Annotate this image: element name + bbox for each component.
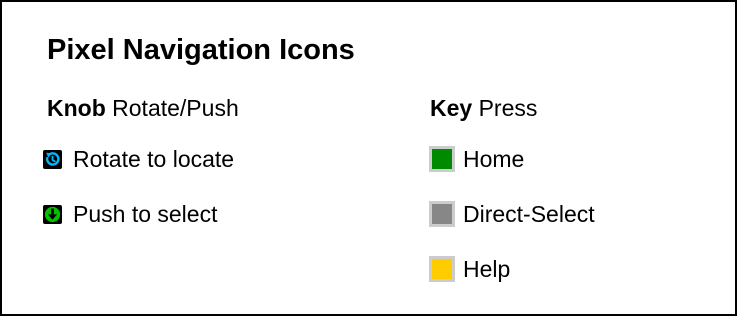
direct-select-key-icon	[429, 201, 455, 227]
key-item-label: Help	[463, 255, 511, 282]
key-item-label: Home	[463, 145, 525, 172]
key-heading: Key Press	[430, 92, 537, 124]
knob-item-rotate: Rotate to locate	[43, 143, 234, 175]
direct-select-key-swatch	[432, 204, 452, 224]
knob-item-push: Push to select	[43, 198, 217, 230]
knob-heading-text: Rotate/Push	[112, 95, 239, 121]
key-item-home: Home	[429, 143, 524, 175]
help-key-icon	[429, 256, 455, 282]
key-item-direct-select: Direct-Select	[429, 198, 595, 230]
knob-item-label: Push to select	[73, 200, 218, 227]
page-title: Pixel Navigation Icons	[47, 34, 355, 66]
help-key-swatch	[432, 259, 452, 279]
key-item-help: Help	[429, 253, 510, 285]
knob-item-label: Rotate to locate	[73, 145, 235, 172]
home-key-icon	[429, 146, 455, 172]
push-icon	[43, 204, 62, 224]
knob-heading: Knob Rotate/Push	[47, 92, 239, 124]
home-key-swatch	[432, 149, 452, 169]
key-heading-text: Press	[478, 95, 538, 121]
key-heading-bold: Key	[430, 95, 473, 121]
rotate-icon	[43, 149, 62, 169]
key-item-label: Direct-Select	[463, 200, 595, 227]
knob-heading-bold: Knob	[47, 95, 106, 121]
